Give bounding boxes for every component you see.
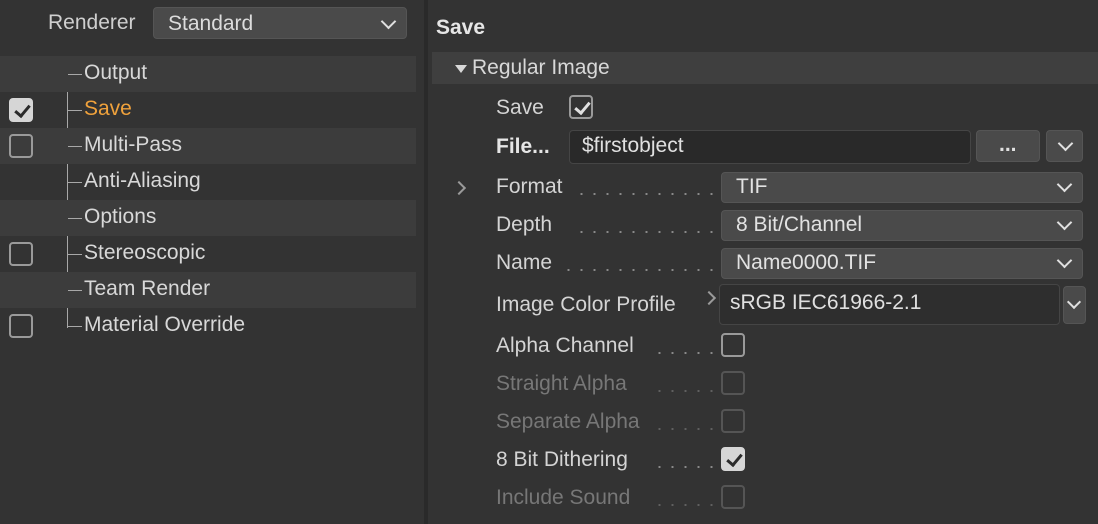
label-leader-dots xyxy=(653,428,715,430)
alpha-channel-checkbox[interactable] xyxy=(721,333,745,357)
label-leader-dots xyxy=(575,193,715,195)
file-path-field[interactable]: $firstobject xyxy=(569,130,971,164)
tree-item-label: Material Override xyxy=(84,313,246,336)
tree-branch-line xyxy=(68,326,82,327)
save-checkbox[interactable] xyxy=(569,95,593,119)
save-settings-panel: Save Regular Image Save File... $firstob… xyxy=(428,0,1098,524)
separate-alpha-label: Separate Alpha xyxy=(496,410,640,433)
tree-item-label: Anti-Aliasing xyxy=(84,169,201,192)
tree-branch-line xyxy=(68,254,82,255)
chevron-down-icon xyxy=(1056,252,1073,269)
browse-button[interactable]: ... xyxy=(976,130,1040,162)
file-path-value: $firstobject xyxy=(582,134,684,157)
name-label: Name xyxy=(496,251,553,274)
multi-pass-enable-checkbox[interactable] xyxy=(9,134,33,158)
depth-value: 8 Bit/Channel xyxy=(736,213,863,236)
file-options-button[interactable] xyxy=(1046,130,1083,162)
tree-item-output[interactable]: Output xyxy=(0,56,416,92)
alpha-channel-label: Alpha Channel xyxy=(496,334,634,357)
regular-image-group-header[interactable]: Regular Image xyxy=(432,52,1098,84)
browse-button-label: ... xyxy=(999,133,1017,156)
depth-label: Depth xyxy=(496,213,553,236)
tree-item-options[interactable]: Options xyxy=(0,200,416,236)
group-title: Regular Image xyxy=(472,56,610,79)
tree-item-multi-pass[interactable]: Multi-Pass xyxy=(0,128,416,164)
format-dropdown[interactable]: TIF xyxy=(721,172,1083,203)
tree-item-label: Options xyxy=(84,205,157,228)
color-profile-field[interactable]: sRGB IEC61966-2.1 xyxy=(719,284,1060,325)
collapse-triangle-icon xyxy=(455,65,467,73)
separate-alpha-checkbox[interactable] xyxy=(721,409,745,433)
tree-item-anti-aliasing[interactable]: Anti-Aliasing xyxy=(0,164,416,200)
renderer-value: Standard xyxy=(168,12,254,35)
tree-item-label: Output xyxy=(84,61,148,84)
tree-branch-line xyxy=(68,74,82,75)
tree-item-label: Multi-Pass xyxy=(84,133,183,156)
label-leader-dots xyxy=(653,504,715,506)
dithering-label: 8 Bit Dithering xyxy=(496,448,628,471)
image-color-profile-label: Image Color Profile xyxy=(496,293,676,316)
panel-title: Save xyxy=(436,16,486,39)
tree-branch-line xyxy=(68,146,82,147)
renderer-label: Renderer xyxy=(48,11,136,34)
name-value: Name0000.TIF xyxy=(736,251,877,274)
label-leader-dots xyxy=(653,352,715,354)
chevron-right-icon[interactable] xyxy=(451,180,467,196)
color-profile-dropdown-button[interactable] xyxy=(1063,286,1086,324)
straight-alpha-label: Straight Alpha xyxy=(496,372,627,395)
tree-item-label: Stereoscopic xyxy=(84,241,206,264)
include-sound-checkbox[interactable] xyxy=(721,485,745,509)
tree-item-label: Save xyxy=(84,97,132,120)
chevron-down-icon xyxy=(1057,135,1074,152)
tree-branch-line xyxy=(68,290,82,291)
label-leader-dots xyxy=(575,231,715,233)
label-leader-dots xyxy=(653,466,715,468)
tree-branch-line xyxy=(68,182,82,183)
tree-item-material-override[interactable]: Material Override xyxy=(0,308,416,344)
tree-item-label: Team Render xyxy=(84,277,211,300)
label-leader-dots xyxy=(653,390,715,392)
chevron-down-icon xyxy=(1056,214,1073,231)
chevron-right-icon[interactable] xyxy=(701,290,717,306)
tree-branch-line xyxy=(68,218,82,219)
chevron-down-icon xyxy=(1066,294,1082,310)
tree-item-save[interactable]: Save xyxy=(0,92,416,128)
include-sound-label: Include Sound xyxy=(496,486,631,509)
color-profile-value: sRGB IEC61966-2.1 xyxy=(730,291,922,314)
save-label: Save xyxy=(496,96,544,119)
tree-item-team-render[interactable]: Team Render xyxy=(0,272,416,308)
chevron-down-icon xyxy=(380,13,397,30)
render-settings-sidebar: Renderer Standard Output Save Multi-Pass… xyxy=(0,0,424,524)
dithering-checkbox[interactable] xyxy=(721,447,745,471)
format-label: Format xyxy=(496,175,563,198)
name-dropdown[interactable]: Name0000.TIF xyxy=(721,248,1083,279)
tree-item-stereoscopic[interactable]: Stereoscopic xyxy=(0,236,416,272)
depth-dropdown[interactable]: 8 Bit/Channel xyxy=(721,210,1083,241)
renderer-select[interactable]: Standard xyxy=(153,7,407,39)
format-value: TIF xyxy=(736,175,768,198)
chevron-down-icon xyxy=(1056,176,1073,193)
save-enable-checkbox[interactable] xyxy=(9,98,33,122)
stereoscopic-enable-checkbox[interactable] xyxy=(9,242,33,266)
label-leader-dots xyxy=(562,269,715,271)
straight-alpha-checkbox[interactable] xyxy=(721,371,745,395)
tree-branch-line xyxy=(68,110,82,111)
material-override-enable-checkbox[interactable] xyxy=(9,314,33,338)
file-label: File... xyxy=(496,135,550,158)
